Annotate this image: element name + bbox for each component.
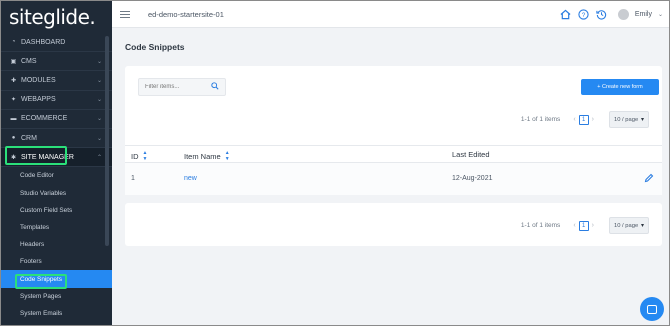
home-icon[interactable] — [560, 8, 572, 20]
submenu-item-system-emails[interactable]: System Emails — [1, 305, 112, 322]
app-window: siteglide. ◔ Dashboard ▣ CMS ⌄ ✚ Modules… — [0, 0, 670, 326]
webapps-icon: ✦ — [10, 97, 17, 104]
sidebar-item-label: CMS — [21, 57, 37, 65]
siteglide-logo[interactable]: siteglide. — [1, 1, 112, 33]
ecommerce-icon: ▬ — [10, 115, 17, 122]
sidebar-scrollbar[interactable] — [105, 36, 109, 246]
caret-down-icon: ▾ — [640, 117, 644, 123]
chevron-down-icon: ⌄ — [96, 77, 102, 84]
next-page-icon[interactable]: › — [592, 222, 594, 229]
sidebar-item-ecommerce[interactable]: ▬ eCommerce ⌄ — [1, 110, 112, 129]
column-header-item-name[interactable]: Item Name ▲ ▼ — [184, 150, 230, 162]
gear-icon: ✱ — [10, 154, 17, 161]
caret-down-icon: ▾ — [640, 223, 644, 229]
sidebar-item-label: WebApps — [21, 96, 56, 104]
next-page-icon[interactable]: › — [592, 116, 594, 123]
logo-text: siteglide. — [9, 5, 96, 29]
submenu-item-headers[interactable]: Headers — [1, 236, 112, 253]
column-header-label: Item Name — [184, 151, 221, 161]
cell-last-edited: 12-Aug-2021 — [452, 175, 493, 182]
column-header-label: Last Edited — [452, 150, 490, 159]
page-number-current[interactable]: 1 — [578, 220, 589, 231]
page-number-current[interactable]: 1 — [578, 114, 589, 125]
sidebar-item-crm[interactable]: ● CRM ⌄ — [1, 129, 112, 149]
search-field[interactable] — [138, 78, 226, 96]
submenu-item-system-pages[interactable]: System Pages — [1, 288, 112, 305]
sidebar-item-site-manager[interactable]: ✱ Site Manager ⌃ — [1, 148, 112, 168]
sidebar-item-label: eCommerce — [21, 115, 68, 123]
submenu-item-code-snippets[interactable]: Code Snippets — [1, 270, 112, 288]
sidebar-item-dashboard[interactable]: ◔ Dashboard — [1, 33, 112, 53]
submenu-item-studio-variables[interactable]: Studio Variables — [1, 185, 112, 202]
submenu-item-footers[interactable]: Footers — [1, 253, 112, 270]
sidebar-item-label: CRM — [21, 134, 37, 142]
page-size-value: 10 / page — [614, 222, 639, 229]
sidebar-item-label: Dashboard — [21, 38, 66, 46]
page-size-value: 10 / page — [614, 116, 639, 123]
search-input[interactable] — [145, 84, 205, 90]
page-title: Code Snippets — [125, 42, 185, 52]
pagination-bottom: 1-1 of 1 items ‹ 1 › 10 / page ▾ — [521, 217, 649, 234]
edit-pencil-icon[interactable] — [644, 173, 654, 185]
svg-text:?: ? — [582, 11, 586, 18]
sidebar-item-webapps[interactable]: ✦ WebApps ⌄ — [1, 91, 112, 110]
main-content: Code Snippets + Create new form 1-1 of 1… — [112, 28, 669, 325]
dashboard-icon: ◔ — [11, 39, 16, 46]
crm-icon: ● — [11, 135, 16, 142]
pagination-top: 1-1 of 1 items ‹ 1 › 10 / page ▾ — [521, 111, 649, 128]
menu-toggle-icon[interactable] — [120, 10, 130, 18]
pagination-count: 1-1 of 1 items — [520, 222, 561, 229]
chevron-down-icon: ⌄ — [96, 97, 102, 104]
user-name[interactable]: Emily — [635, 11, 652, 18]
sort-icon[interactable]: ▲ ▼ — [225, 150, 230, 162]
cms-icon: ▣ — [10, 58, 17, 65]
column-header-last-edited: Last Edited — [452, 150, 490, 159]
cell-item-name-link[interactable]: new — [184, 175, 197, 182]
submenu-item-code-editor[interactable]: Code Editor — [1, 167, 112, 184]
sidebar-item-label: Modules — [21, 76, 56, 84]
help-icon[interactable]: ? — [578, 8, 590, 20]
sidebar-item-label: Site Manager — [21, 153, 74, 161]
chevron-down-icon[interactable]: ⌄ — [658, 11, 663, 18]
table-header: ID ▲ ▼ Item Name ▲ ▼ Last Edited — [125, 145, 662, 163]
search-icon[interactable] — [211, 82, 219, 92]
column-header-id[interactable]: ID ▲ ▼ — [131, 150, 147, 162]
chevron-down-icon: ⌄ — [96, 135, 102, 142]
pagination-card: 1-1 of 1 items ‹ 1 › 10 / page ▾ — [125, 203, 662, 246]
table-row: 1 new 12-Aug-2021 — [125, 163, 662, 195]
list-card: + Create new form 1-1 of 1 items ‹ 1 › 1… — [125, 66, 662, 195]
pagination-count: 1-1 of 1 items — [520, 116, 561, 123]
cell-id: 1 — [131, 175, 135, 182]
column-header-label: ID — [131, 151, 139, 161]
sort-icon[interactable]: ▲ ▼ — [143, 150, 148, 162]
create-new-form-button[interactable]: + Create new form — [581, 79, 659, 95]
submenu-item-templates[interactable]: Templates — [1, 219, 112, 236]
avatar[interactable] — [617, 8, 629, 20]
sidebar-item-cms[interactable]: ▣ CMS ⌄ — [1, 52, 112, 72]
topbar: ed-demo-startersite-01 ? Emily ⌄ — [112, 1, 669, 28]
site-name: ed-demo-startersite-01 — [148, 9, 224, 19]
chevron-up-icon: ⌃ — [96, 154, 102, 161]
page-size-select[interactable]: 10 / page ▾ — [609, 111, 649, 128]
sidebar: siteglide. ◔ Dashboard ▣ CMS ⌄ ✚ Modules… — [1, 1, 112, 325]
history-icon[interactable] — [596, 8, 608, 20]
sidebar-item-modules[interactable]: ✚ Modules ⌄ — [1, 71, 112, 91]
topbar-actions: ? Emily ⌄ — [560, 8, 663, 20]
chevron-down-icon: ⌄ — [96, 116, 102, 123]
chevron-down-icon: ⌄ — [96, 58, 102, 65]
prev-page-icon[interactable]: ‹ — [573, 116, 575, 123]
page-size-select[interactable]: 10 / page ▾ — [609, 217, 649, 234]
prev-page-icon[interactable]: ‹ — [573, 222, 575, 229]
submenu-item-custom-field-sets[interactable]: Custom Field Sets — [1, 202, 112, 219]
chat-icon[interactable] — [640, 297, 664, 321]
modules-icon: ✚ — [10, 77, 17, 84]
